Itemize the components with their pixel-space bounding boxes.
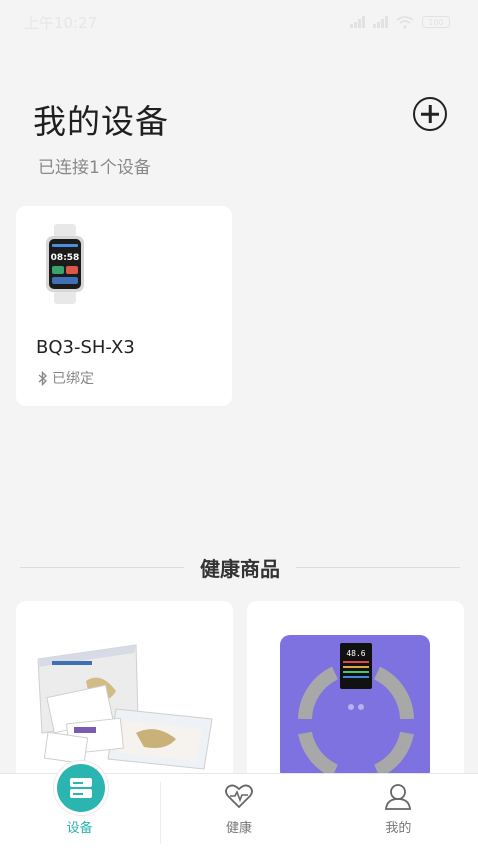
device-status-label: 已绑定: [52, 371, 94, 387]
status-time: 上午10:27: [24, 13, 98, 32]
user-icon: [385, 784, 412, 810]
connected-count: 已连接1个设备: [38, 158, 151, 178]
divider-line: [20, 566, 184, 568]
tab-health[interactable]: 健康: [159, 774, 318, 850]
product-image-scale: 48.6: [280, 635, 430, 781]
signal-icon: [373, 16, 388, 28]
device-name: BQ3-SH-X3: [36, 337, 135, 358]
tab-label: 健康: [225, 821, 252, 836]
battery-icon: 100: [422, 16, 450, 28]
device-icon[interactable]: [57, 764, 105, 812]
status-bar: 上午10:27 100: [0, 0, 478, 44]
divider-line: [296, 566, 460, 568]
signal-icon: [350, 16, 365, 28]
add-device-button[interactable]: [413, 97, 447, 131]
tab-label: 设备: [66, 821, 93, 836]
status-icons: 100: [350, 15, 450, 29]
page-title: 我的设备: [33, 102, 169, 141]
wifi-icon: [396, 15, 414, 29]
tab-label: 我的: [385, 821, 412, 836]
section-title: 健康商品: [200, 556, 280, 581]
bluetooth-icon: [38, 370, 48, 386]
device-bind-status: 已绑定: [38, 368, 94, 388]
tab-mine[interactable]: 我的: [319, 774, 478, 850]
product-card[interactable]: 48.6: [247, 601, 464, 781]
scale-display: 48.6: [346, 649, 365, 658]
device-card[interactable]: 08:58 BQ3-SH-X3 已绑定: [16, 206, 232, 406]
battery-level: 100: [428, 17, 444, 27]
products-section-header: 健康商品: [20, 552, 460, 582]
watch-image: 08:58: [46, 224, 84, 304]
watch-time: 08:58: [51, 253, 80, 263]
product-card[interactable]: [16, 601, 233, 781]
heart-pulse-icon: [225, 784, 253, 809]
product-image-patch-box: [37, 644, 213, 770]
